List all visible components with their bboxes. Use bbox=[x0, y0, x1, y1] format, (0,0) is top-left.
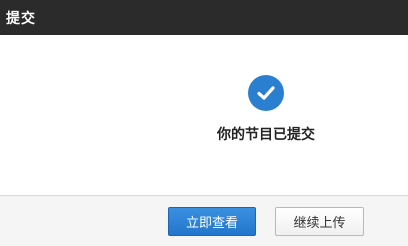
dialog-content: 你的节目已提交 bbox=[0, 35, 408, 195]
dialog-footer: 立即查看 继续上传 bbox=[0, 195, 408, 246]
view-now-button[interactable]: 立即查看 bbox=[168, 207, 256, 236]
dialog-title: 提交 bbox=[6, 10, 36, 27]
check-circle-icon bbox=[248, 75, 284, 111]
dialog-titlebar: 提交 bbox=[0, 0, 408, 35]
success-message: 你的节目已提交 bbox=[217, 127, 315, 143]
continue-upload-button[interactable]: 继续上传 bbox=[275, 207, 364, 236]
submit-dialog: 提交 你的节目已提交 立即查看 继续上传 bbox=[0, 0, 408, 246]
